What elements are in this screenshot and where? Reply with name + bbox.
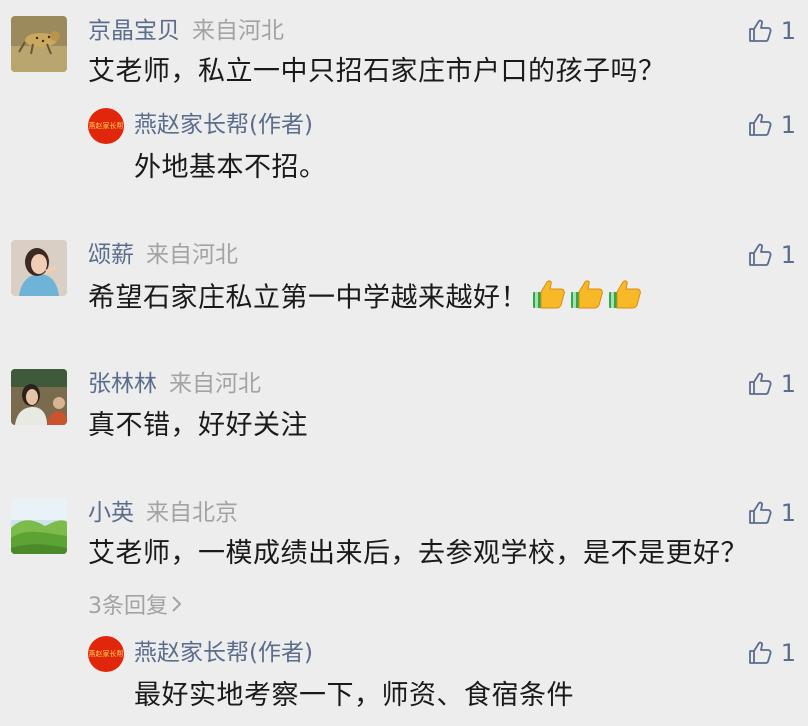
comment-location: 来自河北 (146, 242, 238, 268)
comment-location: 来自河北 (169, 371, 261, 397)
comment-feed: 京晶宝贝 来自河北 1 艾老师，私立一中只招石家庄市户口的孩子吗？ 燕赵家长帮 燕… (0, 0, 808, 726)
comment-author[interactable]: 京晶宝贝 (88, 18, 180, 44)
avatar[interactable] (11, 369, 67, 425)
like-count: 1 (780, 639, 796, 667)
comment-text-line: 希望石家庄私立第一中学越来越好！ (88, 278, 642, 320)
like-button[interactable]: 1 (747, 638, 796, 668)
thumbs-up-emoji-icon (608, 278, 642, 320)
more-replies-link[interactable]: 3条回复 (88, 588, 184, 620)
comment-author-line: 颂薪 来自河北 (88, 240, 238, 270)
cheetah-photo-icon (11, 16, 67, 72)
thumbs-up-icon (748, 243, 772, 266)
chevron-right-icon (172, 596, 182, 612)
comment-author-line: 京晶宝贝 来自河北 (88, 16, 284, 46)
comment-author[interactable]: 小英 (88, 500, 134, 526)
comment-location: 来自北京 (146, 500, 238, 526)
comment-text: 艾老师，一模成绩出来后，去参观学校，是不是更好？ (88, 538, 748, 569)
people-photo-icon (11, 369, 67, 425)
like-button[interactable]: 1 (747, 240, 796, 270)
comment-text: 真不错，好好关注 (88, 410, 308, 441)
like-button[interactable]: 1 (747, 369, 796, 399)
girl-photo-icon (11, 240, 67, 296)
like-button[interactable]: 1 (747, 498, 796, 528)
comment-author[interactable]: 张林林 (88, 371, 157, 397)
thumbs-up-icon (748, 113, 772, 136)
author-avatar[interactable]: 燕赵家长帮 (88, 108, 124, 144)
more-replies-label: 3条回复 (88, 594, 168, 619)
avatar[interactable] (11, 240, 67, 296)
landscape-photo-icon (11, 498, 67, 554)
like-count: 1 (780, 241, 796, 269)
comment-text: 艾老师，私立一中只招石家庄市户口的孩子吗？ (88, 56, 666, 87)
comment-author-line: 小英 来自北京 (88, 498, 238, 528)
thumbs-up-emoji-icon (570, 278, 604, 320)
like-count: 1 (780, 17, 796, 45)
author-avatar[interactable]: 燕赵家长帮 (88, 636, 124, 672)
comment-author[interactable]: 颂薪 (88, 242, 134, 268)
reply-text: 外地基本不招。 (134, 152, 327, 183)
reply-text: 最好实地考察一下，师资、食宿条件 (134, 680, 574, 711)
comment-text: 希望石家庄私立第一中学越来越好！ (88, 282, 528, 314)
thumbs-up-emoji-icon (532, 278, 566, 320)
thumbs-up-icon (748, 641, 772, 664)
reply-author[interactable]: 燕赵家长帮(作者) (134, 638, 313, 668)
comment-location: 来自河北 (192, 18, 284, 44)
like-count: 1 (780, 499, 796, 527)
like-count: 1 (780, 111, 796, 139)
like-count: 1 (780, 370, 796, 398)
avatar[interactable] (11, 498, 67, 554)
thumbs-up-icon (748, 372, 772, 395)
thumbs-up-icon (748, 501, 772, 524)
avatar[interactable] (11, 16, 67, 72)
like-button[interactable]: 1 (747, 110, 796, 140)
thumbs-up-icon (748, 19, 772, 42)
reply-author[interactable]: 燕赵家长帮(作者) (134, 110, 313, 140)
comment-author-line: 张林林 来自河北 (88, 369, 261, 399)
like-button[interactable]: 1 (747, 16, 796, 46)
